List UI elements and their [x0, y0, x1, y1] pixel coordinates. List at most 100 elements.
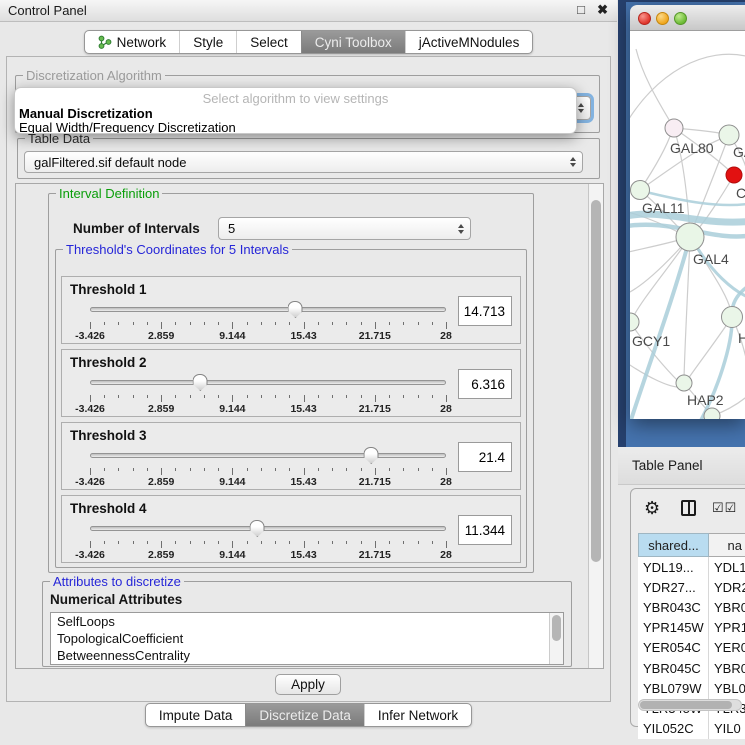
slider-track[interactable]	[90, 526, 446, 531]
slider-tick	[133, 541, 134, 544]
table-cell[interactable]: YBL079W	[638, 678, 709, 698]
threshold-label: Threshold 2	[70, 355, 147, 370]
attribute-list-item[interactable]: TopologicalCoefficient	[51, 630, 563, 647]
table-row[interactable]: YBL079WYBL0	[638, 678, 745, 698]
table-cell[interactable]: YBR045C	[638, 658, 709, 678]
table-row[interactable]: YBR045CYBR0	[638, 658, 745, 678]
slider-thumb[interactable]	[193, 374, 208, 391]
network-edge[interactable]	[688, 317, 732, 379]
table-cell[interactable]: YDL19...	[638, 557, 709, 577]
tab-style[interactable]: Style	[179, 31, 236, 53]
tab-network[interactable]: Network	[85, 31, 180, 53]
slider-thumb[interactable]	[288, 301, 303, 318]
threshold-value-field[interactable]: 21.4	[458, 442, 512, 472]
table-row[interactable]: YDL19...YDL1	[638, 557, 745, 577]
columns-icon[interactable]	[681, 500, 696, 516]
tab-jactivemnodules[interactable]: jActiveMNodules	[405, 31, 533, 53]
table-cell[interactable]: YER054C	[638, 638, 709, 658]
table-cell[interactable]: YBR0	[709, 597, 745, 617]
slider-tick-label: 28	[440, 403, 452, 415]
list-scrollbar-thumb[interactable]	[552, 615, 561, 641]
table-data-combobox[interactable]: galFiltered.sif default node	[24, 151, 583, 173]
tab-select[interactable]: Select	[236, 31, 301, 53]
network-node[interactable]	[631, 181, 650, 200]
slider-tick	[432, 322, 433, 325]
table-row[interactable]: YPR145WYPR1	[638, 618, 745, 638]
threshold-slider[interactable]: -3.4262.8599.14415.4321.71528	[90, 374, 446, 416]
apply-button[interactable]: Apply	[275, 674, 341, 695]
tab-discretize-data[interactable]: Discretize Data	[245, 704, 364, 726]
tab-impute-data[interactable]: Impute Data	[146, 704, 246, 726]
network-node[interactable]	[704, 408, 720, 419]
threshold-value-field[interactable]: 14.713	[458, 296, 512, 326]
tab-cyni-toolbox[interactable]: Cyni Toolbox	[301, 31, 405, 53]
slider-thumb[interactable]	[250, 520, 265, 537]
table-cell[interactable]: YIL0	[709, 719, 745, 739]
table-scrollbar-thumb[interactable]	[640, 701, 732, 709]
settings-scrollbar[interactable]	[588, 184, 603, 668]
network-node[interactable]	[676, 223, 704, 251]
threshold-slider[interactable]: -3.4262.8599.14415.4321.71528	[90, 447, 446, 489]
gear-icon[interactable]: ⚙	[644, 498, 660, 519]
slider-thumb[interactable]	[364, 447, 379, 464]
network-edge[interactable]	[640, 131, 672, 190]
slider-track[interactable]	[90, 307, 446, 312]
slider-track[interactable]	[90, 453, 446, 458]
float-window-icon[interactable]: □	[577, 2, 585, 17]
table-horizontal-scrollbar[interactable]	[638, 699, 742, 711]
numerical-attributes-listbox[interactable]: SelfLoopsTopologicalCoefficientBetweenne…	[50, 612, 564, 665]
algorithm-popup-item-manual[interactable]: Manual Discretization	[19, 106, 153, 121]
attribute-list-item[interactable]: SelfLoops	[51, 613, 563, 630]
table-cell[interactable]: YBR0	[709, 658, 745, 678]
network-edge[interactable]	[636, 49, 674, 128]
network-node[interactable]	[722, 307, 743, 328]
slider-tick	[389, 322, 390, 325]
threshold-value-field[interactable]: 11.344	[458, 515, 512, 545]
network-edge[interactable]	[630, 54, 745, 127]
table-cell[interactable]: YPR145W	[638, 618, 709, 638]
network-edge[interactable]	[630, 239, 682, 253]
table-cell[interactable]: YBR043C	[638, 597, 709, 617]
list-scrollbar[interactable]	[549, 613, 563, 664]
tab-infer-network[interactable]: Infer Network	[364, 704, 471, 726]
network-node[interactable]	[665, 119, 683, 137]
attribute-list-item[interactable]: BetweennessCentrality	[51, 647, 563, 664]
threshold-slider[interactable]: -3.4262.8599.14415.4321.71528	[90, 301, 446, 343]
minimize-traffic-light-icon[interactable]	[656, 12, 669, 25]
zoom-traffic-light-icon[interactable]	[674, 12, 687, 25]
algorithm-popup-item-equal-width[interactable]: Equal Width/Frequency Discretization	[19, 120, 236, 134]
threshold-value-field[interactable]: 6.316	[458, 369, 512, 399]
number-of-intervals-combobox[interactable]: 5	[218, 217, 471, 240]
network-edge-highlighted[interactable]	[692, 239, 745, 299]
table-row[interactable]: YDR27...YDR2	[638, 577, 745, 597]
network-node[interactable]	[676, 375, 692, 391]
table-cell[interactable]: YDR27...	[638, 577, 709, 597]
close-icon[interactable]: ✖	[597, 2, 608, 18]
network-node[interactable]	[719, 125, 739, 145]
column-header-2[interactable]: na	[709, 533, 745, 557]
network-node[interactable]	[630, 313, 639, 331]
table-cell[interactable]: YPR1	[709, 618, 745, 638]
table-cell[interactable]: YDL1	[709, 557, 745, 577]
close-traffic-light-icon[interactable]	[638, 12, 651, 25]
table-cell[interactable]: YDR2	[709, 577, 745, 597]
threshold-slider[interactable]: -3.4262.8599.14415.4321.71528	[90, 520, 446, 562]
algorithm-popup-prompt[interactable]: Select algorithm to view settings	[15, 91, 576, 106]
network-edge-highlighted[interactable]	[630, 237, 690, 419]
slider-tick	[104, 395, 105, 398]
table-row[interactable]: YIL052CYIL0	[638, 719, 745, 739]
column-header-1[interactable]: shared...	[638, 533, 709, 557]
network-canvas[interactable]: GAL80GACGAL11GAL4GCY1HHAP2	[630, 31, 745, 419]
slider-track[interactable]	[90, 380, 446, 385]
checkbox-icons[interactable]: ☑☑	[712, 500, 737, 516]
table-row[interactable]: YER054CYER0	[638, 638, 745, 658]
table-cell[interactable]: YBL0	[709, 678, 745, 698]
network-node[interactable]	[726, 167, 742, 183]
settings-scrollbar-thumb[interactable]	[591, 200, 601, 562]
discretization-algorithm-group-label: Discretization Algorithm	[23, 68, 165, 83]
network-view-window[interactable]: GAL80GACGAL11GAL4GCY1HHAP2	[630, 5, 745, 419]
table-cell[interactable]: YER0	[709, 638, 745, 658]
table-cell[interactable]: YIL052C	[638, 719, 709, 739]
slider-tick	[204, 468, 205, 471]
table-row[interactable]: YBR043CYBR0	[638, 597, 745, 617]
